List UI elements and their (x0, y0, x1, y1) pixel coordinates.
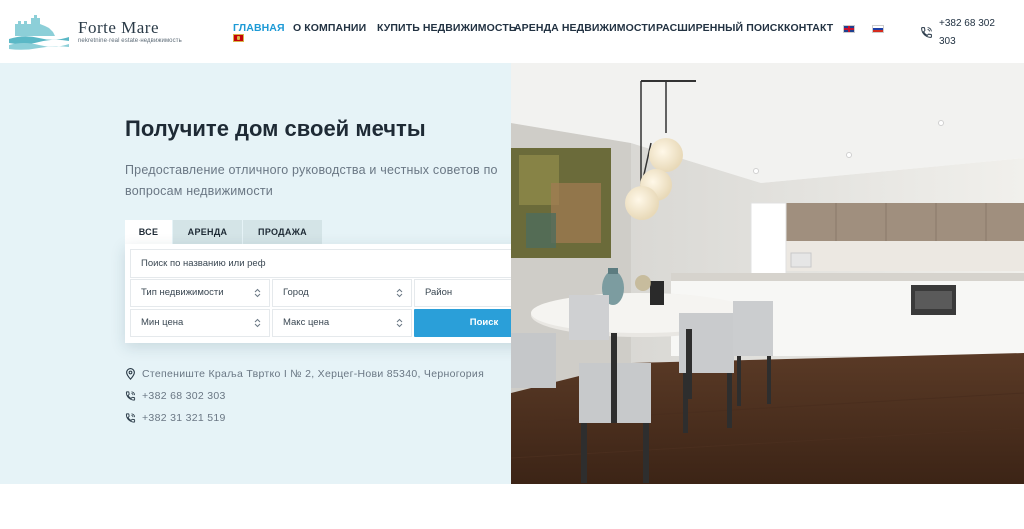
russia-flag-icon[interactable] (872, 25, 884, 33)
phone-icon (125, 391, 136, 401)
district-placeholder: Район (425, 287, 453, 298)
search-input-placeholder: Поиск по названию или реф (141, 258, 266, 269)
tab-sale[interactable]: ПРОДАЖА (243, 220, 322, 244)
phone-icon (125, 413, 136, 423)
nav-item-advanced-search[interactable]: РАСШИРЕННЫЙ ПОИСК (656, 22, 784, 34)
brand-name: Forte Mare (78, 18, 160, 37)
brand-logo[interactable]: Forte Mare nekretnine·real estate·недвиж… (9, 12, 182, 52)
hero-subtitle: Предоставление отличного руководства и ч… (125, 163, 498, 198)
uk-flag-icon[interactable] (843, 25, 855, 33)
phone-icon (921, 27, 932, 38)
tab-rent[interactable]: АРЕНДА (173, 220, 242, 244)
nav-item-contact[interactable]: КОНТАКТ (784, 22, 833, 34)
chevron-updown-icon (396, 318, 403, 328)
property-type-placeholder: Тип недвижимости (141, 287, 224, 298)
search-form: Поиск по названию или реф Тип недвижимос… (125, 244, 559, 343)
fortress-logo-icon (9, 15, 69, 50)
chevron-updown-icon (396, 288, 403, 298)
contact-phone-1-text: +382 68 302 303 (142, 390, 226, 402)
tab-all[interactable]: ВСЕ (125, 220, 172, 244)
min-price-select[interactable]: Мин цена (130, 309, 270, 337)
property-type-select[interactable]: Тип недвижимости (130, 279, 270, 307)
contact-address-text: Степениште Краља Твртко I № 2, Херцег-Но… (142, 368, 485, 380)
kitchen-interior-illustration (511, 63, 1024, 484)
city-select[interactable]: Город (272, 279, 412, 307)
nav-item-rent[interactable]: АРЕНДА НЕДВИЖИМОСТИ (514, 22, 655, 34)
hero-section: Получите дом своей мечты Предоставление … (0, 63, 1024, 484)
map-pin-icon (126, 368, 135, 380)
hero-title: Получите дом своей мечты (125, 116, 426, 141)
hero-panel: Получите дом своей мечты Предоставление … (0, 63, 559, 484)
contact-phone-2-text: +382 31 321 519 (142, 412, 226, 424)
city-placeholder: Город (283, 287, 309, 298)
search-input[interactable]: Поиск по названию или реф (130, 249, 554, 278)
max-price-placeholder: Макс цена (283, 317, 330, 328)
nav-item-about[interactable]: О КОМПАНИИ (293, 22, 366, 34)
montenegro-flag-icon[interactable] (233, 34, 244, 42)
brand-tagline: nekretnine·real estate·недвижимость (78, 38, 182, 44)
max-price-select[interactable]: Макс цена (272, 309, 412, 337)
nav-item-buy[interactable]: КУПИТЬ НЕДВИЖИМОСТЬ (377, 22, 517, 34)
site-header: Forte Mare nekretnine·real estate·недвиж… (0, 0, 1024, 63)
header-phone-link[interactable]: +382 68 302 303 (939, 15, 1009, 51)
chevron-updown-icon (254, 288, 261, 298)
nav-item-home[interactable]: ГЛАВНАЯ (233, 22, 285, 34)
hero-interior-image (511, 63, 1024, 484)
min-price-placeholder: Мин цена (141, 317, 184, 328)
chevron-updown-icon (254, 318, 261, 328)
